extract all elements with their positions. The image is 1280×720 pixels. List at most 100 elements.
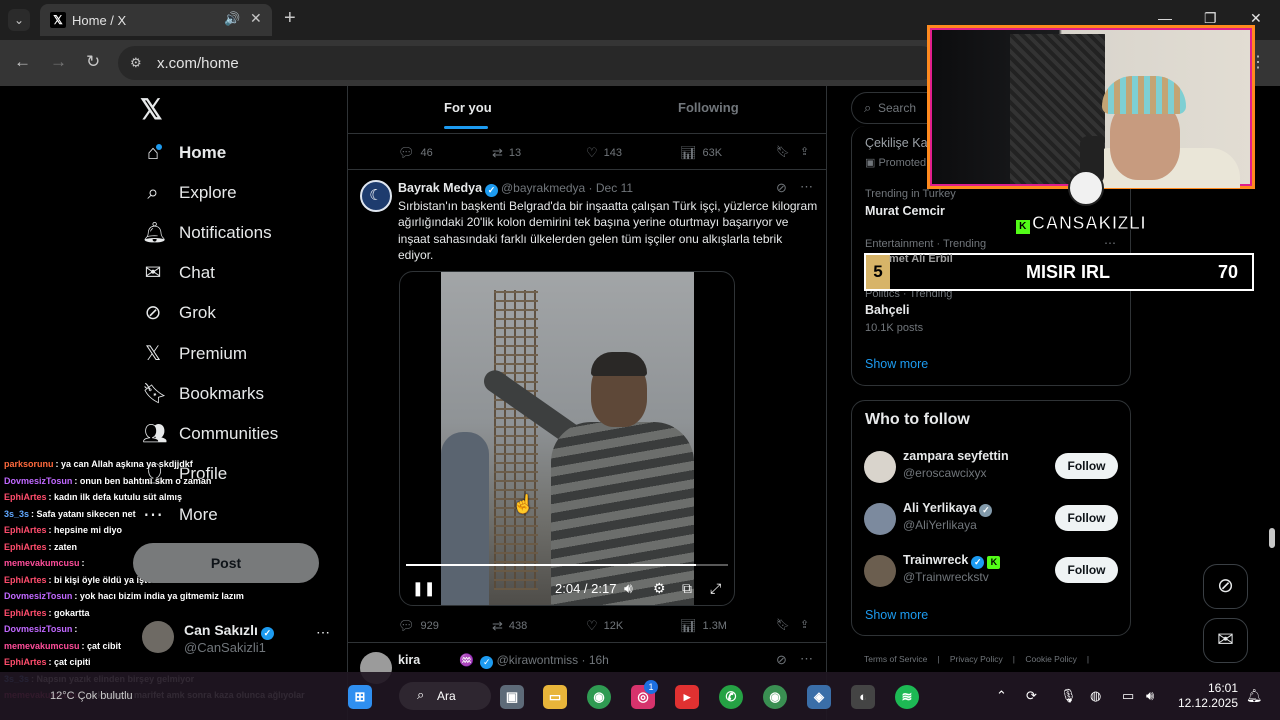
reload-icon[interactable]: ↻ (86, 52, 100, 72)
account-switcher[interactable]: Can Sakızlı ✓ @CanSakizli1 ⋯ (142, 620, 332, 660)
chat-message: DovmesizTosun: yok hacı bizim india ya g… (0, 588, 345, 605)
taskbar-search[interactable]: ⌕ Ara (399, 682, 491, 710)
avatar[interactable]: ☾ (360, 180, 392, 212)
trend-title[interactable]: Bahçeli (865, 303, 909, 317)
footer-link[interactable]: Terms of Service (864, 654, 927, 664)
clock[interactable]: 16:01 12.12.2025 (1176, 681, 1238, 711)
sync-icon[interactable]: ⟳ (1026, 688, 1037, 704)
task-view-icon[interactable]: ▣ (500, 685, 524, 709)
minimize-icon[interactable]: — (1158, 10, 1172, 26)
video-progress-bar[interactable] (406, 564, 728, 566)
follow-suggestion[interactable]: zampara seyfettin @eroscawcixyx Follow (864, 449, 1120, 489)
chat-text: : çat cipiti (48, 657, 91, 667)
spotify-icon[interactable]: ≋ (895, 685, 919, 709)
speaker-icon[interactable]: 🔊 (224, 11, 240, 27)
tweet-author[interactable]: Bayrak Medya ✓ (398, 181, 499, 197)
chrome-icon[interactable]: ◉ (587, 685, 611, 709)
more-icon[interactable]: ⋯ (800, 179, 813, 195)
messages-icon[interactable]: ✉ (1203, 618, 1248, 663)
fullscreen-icon[interactable]: ⤢ (710, 580, 721, 596)
tweet-handle[interactable]: @bayrakmedya (501, 181, 585, 195)
pause-icon[interactable]: ❚❚ (412, 580, 435, 596)
tab-for-you[interactable]: For you (444, 100, 492, 115)
views-button[interactable]: 📊︎ 63K (680, 145, 722, 161)
tab-search-button[interactable]: ⌄ (8, 9, 30, 31)
volume-icon[interactable]: 🔊︎ (1146, 688, 1154, 704)
forward-icon[interactable]: → (50, 52, 67, 72)
follow-suggestion[interactable]: Ali Yerlikaya ✓ @AliYerlikaya Follow (864, 501, 1120, 541)
avatar (864, 451, 896, 483)
grok-icon[interactable]: ⊘ (1203, 564, 1248, 609)
volume-icon[interactable]: 🔊︎ (624, 580, 633, 596)
notification-icon[interactable]: 🔔︎ (1246, 688, 1263, 704)
follow-suggestion[interactable]: Trainwreck ✓ K @Trainwreckstv Follow (864, 553, 1120, 593)
network-icon[interactable]: ◍ (1090, 688, 1101, 704)
like-button[interactable]: ♡ 12K (586, 618, 623, 634)
more-icon[interactable]: ⋯ (316, 624, 330, 641)
browser-tab[interactable]: 𝕏 Home / X 🔊 ✕ (40, 4, 272, 36)
trend-title[interactable]: met Ali Erbil (889, 253, 953, 265)
tweet-date[interactable]: Dec 11 (596, 181, 633, 195)
more-icon[interactable]: ⋯ (800, 651, 813, 667)
show-more-link[interactable]: Show more (865, 357, 928, 371)
whatsapp-icon[interactable]: ✆ (719, 685, 743, 709)
bookmark-icon[interactable]: 🔖︎ (776, 145, 790, 158)
sidebar-item-chat[interactable]: ✉ Chat (142, 257, 215, 289)
views-button[interactable]: 📊︎ 1.3M (680, 618, 727, 634)
trend-title[interactable]: Murat Cemcir (865, 204, 945, 218)
follow-button[interactable]: Follow (1055, 505, 1118, 531)
app-icon[interactable]: ▸ (675, 685, 699, 709)
back-icon[interactable]: ← (14, 52, 31, 72)
weather-widget[interactable]: 12°C Çok bulutlu (50, 690, 133, 702)
more-icon[interactable]: ⋯ (1104, 236, 1116, 250)
tab-following[interactable]: Following (678, 100, 739, 115)
pip-icon[interactable]: ⧉ (682, 580, 692, 596)
share-icon[interactable]: ⇪ (800, 618, 809, 631)
post-button[interactable]: Post (133, 543, 319, 583)
repost-button[interactable]: ⇄ 438 (492, 618, 527, 634)
sidebar-item-bookmarks[interactable]: 🔖︎ Bookmarks (142, 378, 264, 410)
grok-icon[interactable]: ⊘ (776, 652, 787, 668)
heart-icon: ♡ (586, 145, 598, 160)
follow-button[interactable]: Follow (1055, 453, 1118, 479)
app-icon[interactable]: ◈ (807, 685, 831, 709)
sidebar-item-grok[interactable]: ⊘ Grok (142, 297, 216, 329)
close-tab-icon[interactable]: ✕ (250, 10, 262, 27)
video-player[interactable]: ☝ ❚❚ 2:04 / 2:17 🔊︎ ⚙ ⧉ ⤢ (399, 271, 735, 606)
sidebar-item-notifications[interactable]: 🔔︎ Notifications (142, 217, 272, 249)
start-icon[interactable]: ⊞ (348, 685, 372, 709)
footer-link[interactable]: Privacy Policy (950, 654, 1003, 664)
scrollbar[interactable] (1266, 88, 1278, 676)
grok-icon[interactable]: ⊘ (776, 180, 787, 196)
sidebar-item-communities[interactable]: 👥︎ Communities (142, 418, 278, 450)
file-explorer-icon[interactable]: ▭ (543, 685, 567, 709)
address-bar[interactable]: ⚙ x.com/home (118, 46, 938, 80)
obs-icon[interactable]: ◐ (851, 685, 875, 709)
chevron-up-icon[interactable]: ⌃ (996, 688, 1007, 704)
follow-button[interactable]: Follow (1055, 557, 1118, 583)
reply-button[interactable]: 💬︎ 929 (398, 618, 439, 634)
bookmark-icon[interactable]: 🔖︎ (776, 618, 790, 631)
display-icon[interactable]: ▭ (1122, 688, 1134, 704)
scroll-thumb[interactable] (1269, 528, 1275, 548)
sidebar-item-home[interactable]: ⌂ Home (142, 137, 226, 169)
site-info-icon[interactable]: ⚙ (130, 55, 146, 70)
close-window-icon[interactable]: ✕ (1250, 10, 1262, 27)
show-more-link[interactable]: Show more (865, 608, 928, 622)
settings-icon[interactable]: ⚙ (653, 580, 666, 596)
sidebar-item-premium[interactable]: 𝕏 Premium (142, 338, 247, 370)
microphone-icon[interactable]: 🎙︎ (1060, 688, 1077, 704)
url-text[interactable]: x.com/home (157, 55, 239, 72)
sidebar-item-explore[interactable]: ⌕ Explore (142, 177, 236, 209)
like-button[interactable]: ♡ 143 (586, 145, 622, 161)
reply-button[interactable]: 💬︎ 46 (398, 145, 433, 161)
maximize-icon[interactable]: ❐ (1204, 10, 1217, 27)
sidebar-item-label: Home (179, 143, 227, 162)
x-logo-icon[interactable]: 𝕏 (140, 96, 168, 124)
new-tab-icon[interactable]: + (284, 8, 296, 28)
chrome-icon[interactable]: ◉ (763, 685, 787, 709)
footer-link[interactable]: Cookie Policy (1025, 654, 1077, 664)
repost-button[interactable]: ⇄ 13 (492, 145, 521, 161)
tweet-author[interactable]: kira (398, 653, 420, 667)
share-icon[interactable]: ⇪ (800, 145, 809, 158)
